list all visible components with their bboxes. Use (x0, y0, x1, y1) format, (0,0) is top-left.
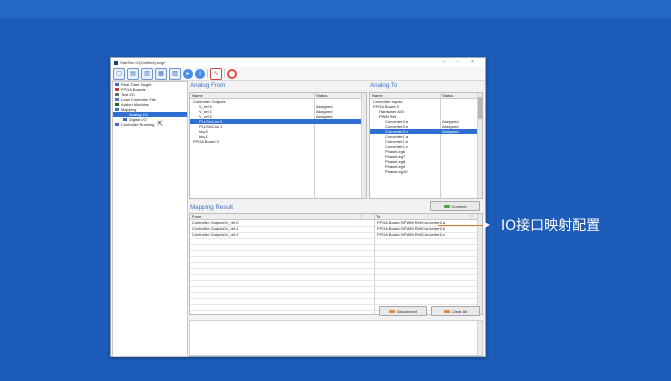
navigation-tree: Real-Time Target FPGA Boards Test I/O Load … (112, 81, 188, 357)
analog-to-table: Name Status Controller Inputs FPGA Board … (369, 92, 483, 199)
save-as-icon[interactable]: ▦ (155, 67, 167, 80)
app-icon (114, 60, 118, 65)
mapping-result-title: Mapping Result (190, 204, 233, 211)
tree-item-icon (115, 83, 119, 86)
clear-all-icon (444, 309, 451, 313)
tree-item-icon (115, 103, 119, 106)
top-band (0, 0, 671, 18)
tree-item-icon (115, 123, 119, 126)
save-file-icon[interactable]: ▥ (141, 67, 153, 80)
toolbar: ▢ ▤ ▥ ▦ ▧ ▸ i ∿ (111, 67, 485, 81)
close-button[interactable]: × (471, 59, 474, 65)
toolbar-separator (207, 69, 208, 78)
window-title: StarSim IO(Untitled).sngi* (120, 60, 166, 65)
analog-to-scrollbar[interactable] (477, 93, 482, 198)
table-row[interactable]: FPGA Board 0 (190, 139, 366, 144)
mapping-result-table: From ▽ To ▽ Controller Outputs\V_ref.0 FP… (189, 213, 483, 315)
analog-to-title: Analog To (370, 82, 398, 89)
filter-icon[interactable]: ▽ (359, 214, 362, 219)
clear-all-label: Clear All (452, 308, 467, 314)
tree-item-icon (115, 88, 119, 91)
mapping-result-scrollbar[interactable] (477, 214, 482, 314)
tree-item[interactable]: Controller Running ⇱ (113, 121, 187, 128)
tree-item-icon (115, 108, 119, 111)
column-from[interactable]: From (192, 214, 201, 219)
analog-from-table: Name Status Controller Outputs V_ref.0 Ass… (189, 92, 367, 199)
graph-icon[interactable]: ∿ (210, 67, 222, 80)
filter-icon[interactable]: ▽ (470, 214, 473, 219)
row-name: FPGA Board 0 (193, 139, 219, 144)
clear-all-button[interactable]: Clear All (431, 306, 480, 316)
disconnect-label: Disconnect (397, 308, 417, 314)
minimize-button[interactable]: − (443, 59, 446, 65)
tree-item-label: Controller Running (121, 122, 155, 127)
export-icon[interactable]: ▧ (169, 67, 181, 80)
open-file-icon[interactable]: ▤ (127, 67, 139, 80)
log-scrollbar[interactable] (477, 321, 482, 355)
table-row[interactable]: PhaseLeg10 (370, 169, 482, 174)
tree-item-icon (115, 98, 119, 101)
tree-item-icon (115, 93, 119, 96)
analog-from-title: Analog From (190, 82, 226, 89)
title-bar: StarSim IO(Untitled).sngi* − ▫ × (111, 58, 485, 67)
column-name[interactable]: Name (192, 93, 203, 98)
mouse-cursor-icon: ⇱ (157, 121, 164, 128)
annotation-label: IO接口映射配置 (501, 218, 601, 234)
info-icon[interactable]: i (195, 68, 205, 79)
new-file-icon[interactable]: ▢ (113, 67, 125, 80)
connect-label: Connect (451, 203, 467, 209)
annotation-line (438, 225, 483, 226)
tree-item-icon (123, 118, 127, 121)
maximize-button[interactable]: ▫ (457, 59, 459, 65)
play-icon[interactable]: ▸ (183, 68, 193, 79)
log-panel (189, 320, 483, 356)
stop-icon[interactable] (227, 68, 237, 79)
app-window: StarSim IO(Untitled).sngi* − ▫ × ▢ ▤ ▥ ▦… (110, 57, 486, 357)
connect-button[interactable]: Connect (430, 201, 480, 211)
column-status[interactable]: Status (442, 93, 453, 98)
column-name[interactable]: Name (372, 93, 383, 98)
scroll-thumb[interactable] (478, 97, 482, 119)
analog-from-scrollbar[interactable] (361, 93, 366, 198)
disconnect-icon (389, 309, 396, 313)
connect-icon (443, 204, 450, 208)
disconnect-button[interactable]: Disconnect (379, 306, 427, 316)
row-name: PhaseLeg10 (385, 169, 408, 174)
annotation-arrow-icon (483, 221, 490, 229)
toolbar-separator (224, 69, 225, 78)
column-to[interactable]: To (376, 214, 380, 219)
tree-item-icon (123, 113, 127, 116)
column-status[interactable]: Status (316, 93, 327, 98)
